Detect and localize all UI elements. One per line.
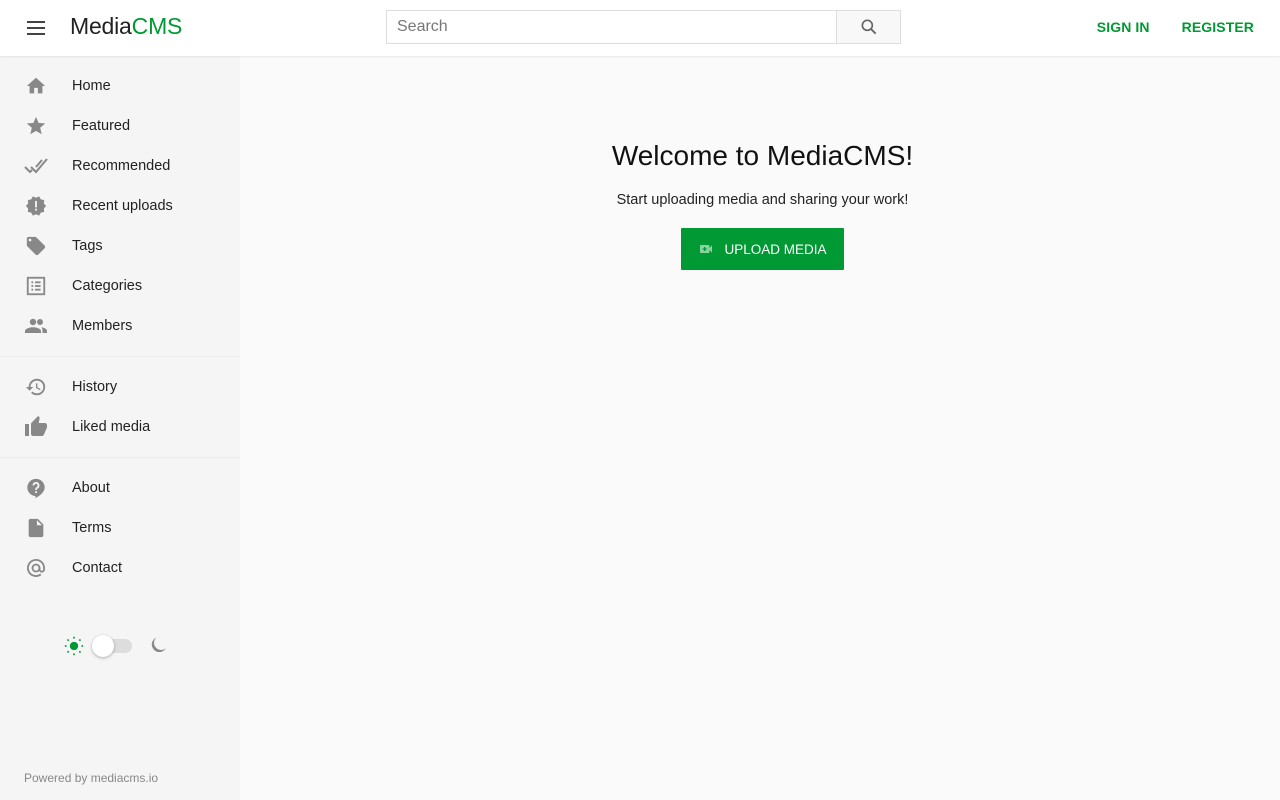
sidebar-item-categories[interactable]: Categories bbox=[0, 266, 240, 306]
main-content: Welcome to MediaCMS! Start uploading med… bbox=[240, 56, 1280, 800]
logo[interactable]: MediaCMS bbox=[70, 13, 182, 40]
sidebar-item-label: Terms bbox=[72, 520, 112, 536]
star-icon bbox=[24, 114, 48, 138]
sidebar-item-terms[interactable]: Terms bbox=[0, 508, 240, 548]
history-icon bbox=[24, 375, 48, 399]
sidebar-item-about[interactable]: About bbox=[0, 468, 240, 508]
search-input[interactable] bbox=[386, 10, 836, 44]
sidebar-item-label: History bbox=[72, 379, 118, 395]
auth-links: SIGN IN REGISTER bbox=[1097, 19, 1254, 35]
sidebar-item-home[interactable]: Home bbox=[0, 66, 240, 106]
welcome-section: Welcome to MediaCMS! Start uploading med… bbox=[240, 140, 1280, 270]
double-check-icon bbox=[24, 154, 48, 178]
sidebar-item-members[interactable]: Members bbox=[0, 306, 240, 346]
help-icon bbox=[24, 476, 48, 500]
sidebar-item-featured[interactable]: Featured bbox=[0, 106, 240, 146]
powered-by-text: Powered by mediacms.io bbox=[24, 771, 159, 785]
sidebar-item-label: Home bbox=[72, 78, 111, 94]
welcome-subtitle: Start uploading media and sharing your w… bbox=[616, 192, 909, 208]
sign-in-link[interactable]: SIGN IN bbox=[1097, 19, 1150, 35]
video-call-icon bbox=[698, 241, 714, 257]
page-title: Welcome to MediaCMS! bbox=[611, 140, 914, 171]
sidebar-item-history[interactable]: History bbox=[0, 367, 240, 407]
upload-media-label: UPLOAD MEDIA bbox=[724, 241, 827, 257]
sidebar-item-recent-uploads[interactable]: Recent uploads bbox=[0, 186, 240, 226]
document-icon bbox=[24, 516, 48, 540]
sidebar-item-label: Members bbox=[72, 318, 133, 334]
list-icon bbox=[24, 274, 48, 298]
theme-toggle bbox=[64, 635, 168, 657]
theme-switch-knob[interactable] bbox=[92, 635, 114, 657]
thumb-up-icon bbox=[24, 415, 48, 439]
sidebar-item-label: Featured bbox=[72, 118, 131, 134]
sun-icon bbox=[64, 636, 84, 656]
nav-group-info: About Terms Contact bbox=[0, 458, 240, 598]
logo-text-cms: CMS bbox=[131, 13, 183, 39]
sidebar-item-label: Categories bbox=[72, 278, 143, 294]
sidebar-item-label: About bbox=[72, 480, 110, 496]
sidebar-item-label: Liked media bbox=[72, 419, 151, 435]
upload-media-button[interactable]: UPLOAD MEDIA bbox=[681, 228, 844, 270]
nav-group-user: History Liked media bbox=[0, 357, 240, 458]
sidebar-item-label: Recent uploads bbox=[72, 198, 173, 214]
top-bar: MediaCMS SIGN IN REGISTER bbox=[0, 0, 1280, 56]
sidebar-item-contact[interactable]: Contact bbox=[0, 548, 240, 588]
register-link[interactable]: REGISTER bbox=[1182, 19, 1254, 35]
sidebar-item-tags[interactable]: Tags bbox=[0, 226, 240, 266]
nav-group-main: Home Featured Recommended Recent uploads… bbox=[0, 56, 240, 357]
people-icon bbox=[24, 314, 48, 338]
logo-text-media: Media bbox=[70, 13, 132, 39]
sidebar-item-recommended[interactable]: Recommended bbox=[0, 146, 240, 186]
sidebar-item-label: Tags bbox=[72, 238, 103, 254]
sidebar-item-label: Contact bbox=[72, 560, 122, 576]
hamburger-menu-icon[interactable] bbox=[24, 16, 48, 40]
sidebar-item-liked-media[interactable]: Liked media bbox=[0, 407, 240, 447]
moon-icon bbox=[151, 637, 166, 653]
home-icon bbox=[24, 74, 48, 98]
search-icon bbox=[861, 19, 876, 35]
search-bar bbox=[386, 10, 901, 44]
search-button[interactable] bbox=[836, 10, 901, 44]
new-releases-icon bbox=[24, 194, 48, 218]
sidebar: Home Featured Recommended Recent uploads… bbox=[0, 56, 240, 800]
tag-icon bbox=[24, 234, 48, 258]
sidebar-item-label: Recommended bbox=[72, 158, 171, 174]
at-sign-icon bbox=[24, 556, 48, 580]
theme-switch[interactable] bbox=[92, 635, 132, 657]
